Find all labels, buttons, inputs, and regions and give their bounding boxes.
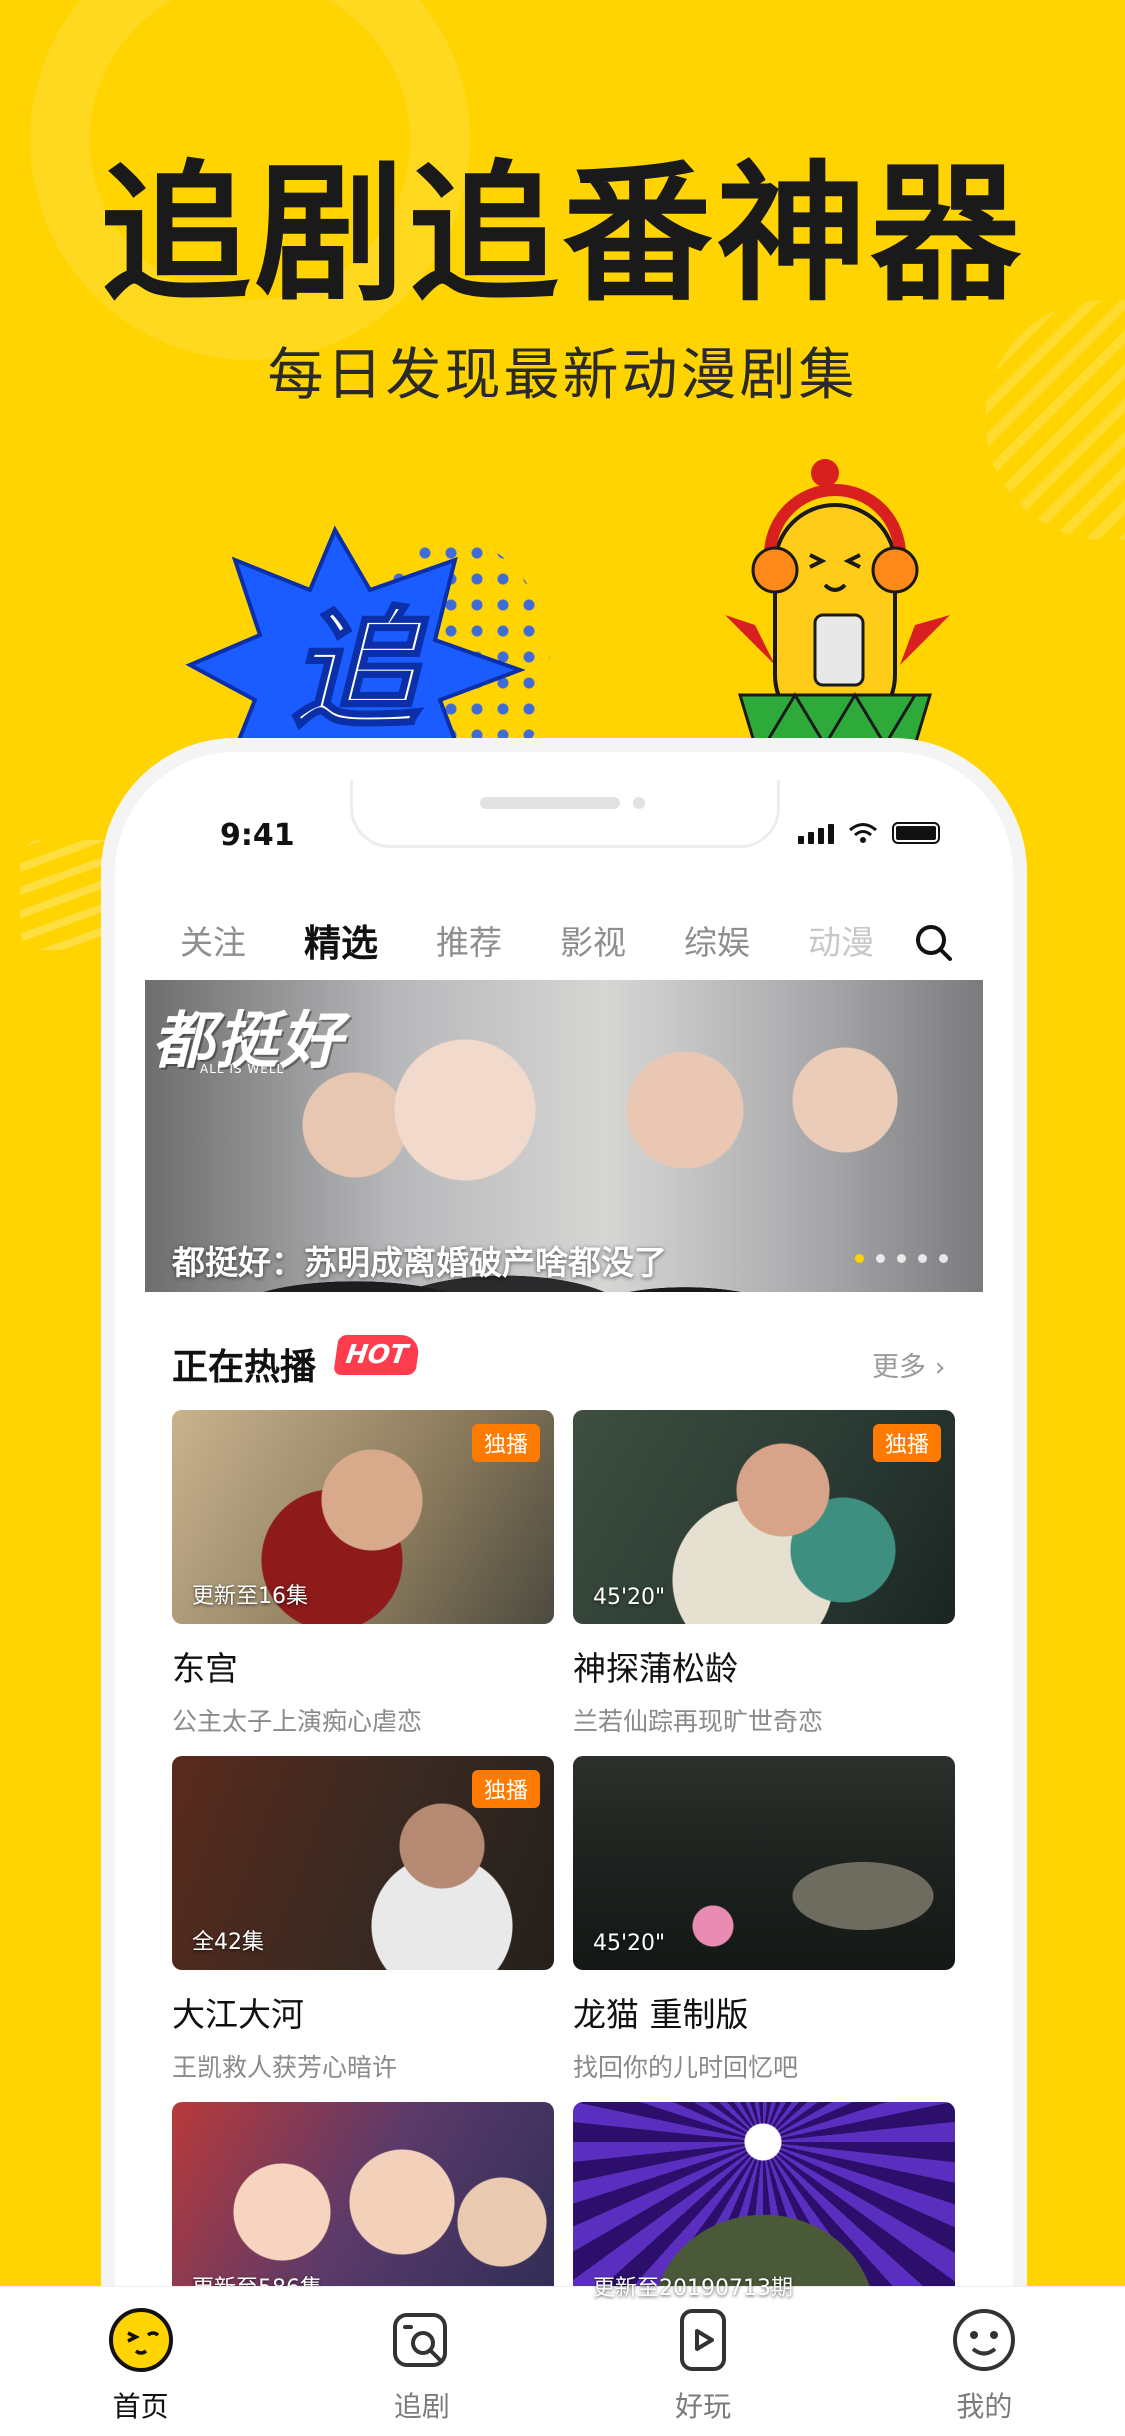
show-title: 大江大河 [172,1995,304,2034]
pagination-dot [876,1254,885,1263]
follow-search-icon [392,2313,447,2367]
section-title: 正在热播 [172,1347,317,1388]
signal-icon [798,824,834,844]
tab-recommend[interactable]: 推荐 [436,916,502,964]
tab-follow[interactable]: 关注 [180,916,246,964]
status-time: 9:41 [220,818,295,853]
episode-info: 45'20" [593,1585,666,1610]
pagination-dot [855,1254,864,1263]
show-description: 兰若仙踪再现旷世奇恋 [573,1707,824,1736]
category-tabs: 关注 精选 推荐 影视 综娱 动漫 [180,915,980,965]
show-title: 东宫 [172,1649,238,1688]
nav-label: 追剧 [393,2390,450,2423]
chevron-right-icon: › [934,1352,946,1383]
phone-notch [350,780,780,848]
pagination-dot [939,1254,948,1263]
hero-subtitle: 每日发现最新动漫剧集 [267,343,858,408]
show-thumbnail: 更新至586集 [172,2102,554,2316]
more-label: 更多 [872,1352,926,1383]
show-card[interactable]: 更新至586集 [172,2102,554,2316]
show-thumbnail: 独播 45'20" [573,1410,955,1624]
show-thumbnail: 更新至20190713期 [573,2102,955,2316]
show-description: 王凯救人获芳心暗许 [172,2053,398,2082]
show-card[interactable]: 更新至20190713期 [573,2102,955,2316]
banner-pagination [855,1254,948,1263]
more-link[interactable]: 更多 › [872,1345,945,1384]
battery-icon [892,822,940,844]
nav-home[interactable]: 首页 [0,2287,281,2436]
episode-info: 45'20" [593,1931,666,1956]
speaker-grille [480,797,620,809]
show-title: 龙猫 重制版 [573,1995,749,2034]
nav-fun[interactable]: 好玩 [563,2287,844,2436]
banner-caption: 都挺好：苏明成离婚破产啥都没了 [172,1243,667,1282]
pagination-dot [918,1254,927,1263]
show-thumbnail: 独播 全42集 [172,1756,554,1970]
tab-variety[interactable]: 综娱 [684,916,750,964]
exclusive-tag: 独播 [872,1424,941,1462]
nav-label: 我的 [956,2390,1013,2423]
nav-label: 首页 [112,2390,169,2423]
pagination-dot [897,1254,906,1263]
nav-follow[interactable]: 追剧 [281,2287,562,2436]
episode-info: 全42集 [192,1930,264,1955]
hot-badge: HOT [333,1335,421,1375]
status-icons [798,822,940,844]
banner-logo-subtitle: ALL IS WELL [200,1062,285,1076]
play-card-icon [680,2309,727,2371]
tab-film-tv[interactable]: 影视 [560,916,626,964]
show-card[interactable]: 45'20" 龙猫 重制版 找回你的儿时回忆吧 [573,1756,955,2084]
search-icon[interactable] [913,922,953,962]
nav-profile[interactable]: 我的 [844,2287,1125,2436]
tab-anime[interactable]: 动漫 [808,916,874,964]
star-badge-text: 追 [290,594,429,746]
show-description: 公主太子上演痴心虐恋 [172,1707,423,1736]
show-thumbnail: 45'20" [573,1756,955,1970]
background-wave [20,840,130,950]
wifi-icon [849,823,877,843]
show-card[interactable]: 独播 45'20" 神探蒲松龄 兰若仙踪再现旷世奇恋 [573,1410,955,1738]
show-description: 找回你的儿时回忆吧 [573,2053,799,2082]
show-card[interactable]: 独播 全42集 大江大河 王凯救人获芳心暗许 [172,1756,554,2084]
episode-info: 更新至16集 [192,1584,308,1609]
front-camera [633,797,645,809]
hero-title: 追剧追番神器 [100,148,1025,322]
home-face-icon [108,2308,173,2372]
exclusive-tag: 独播 [471,1770,540,1808]
show-title: 神探蒲松龄 [573,1649,738,1688]
bottom-nav: 首页 追剧 好玩 我的 [0,2286,1125,2436]
mascot-icon [725,459,950,801]
episode-info: 更新至20190713期 [593,2276,793,2301]
profile-face-icon [953,2309,1016,2371]
show-card[interactable]: 独播 更新至16集 东宫 公主太子上演痴心虐恋 [172,1410,554,1738]
nav-label: 好玩 [675,2390,732,2423]
exclusive-tag: 独播 [471,1424,540,1462]
tab-featured[interactable]: 精选 [304,913,378,967]
show-thumbnail: 独播 更新至16集 [172,1410,554,1624]
